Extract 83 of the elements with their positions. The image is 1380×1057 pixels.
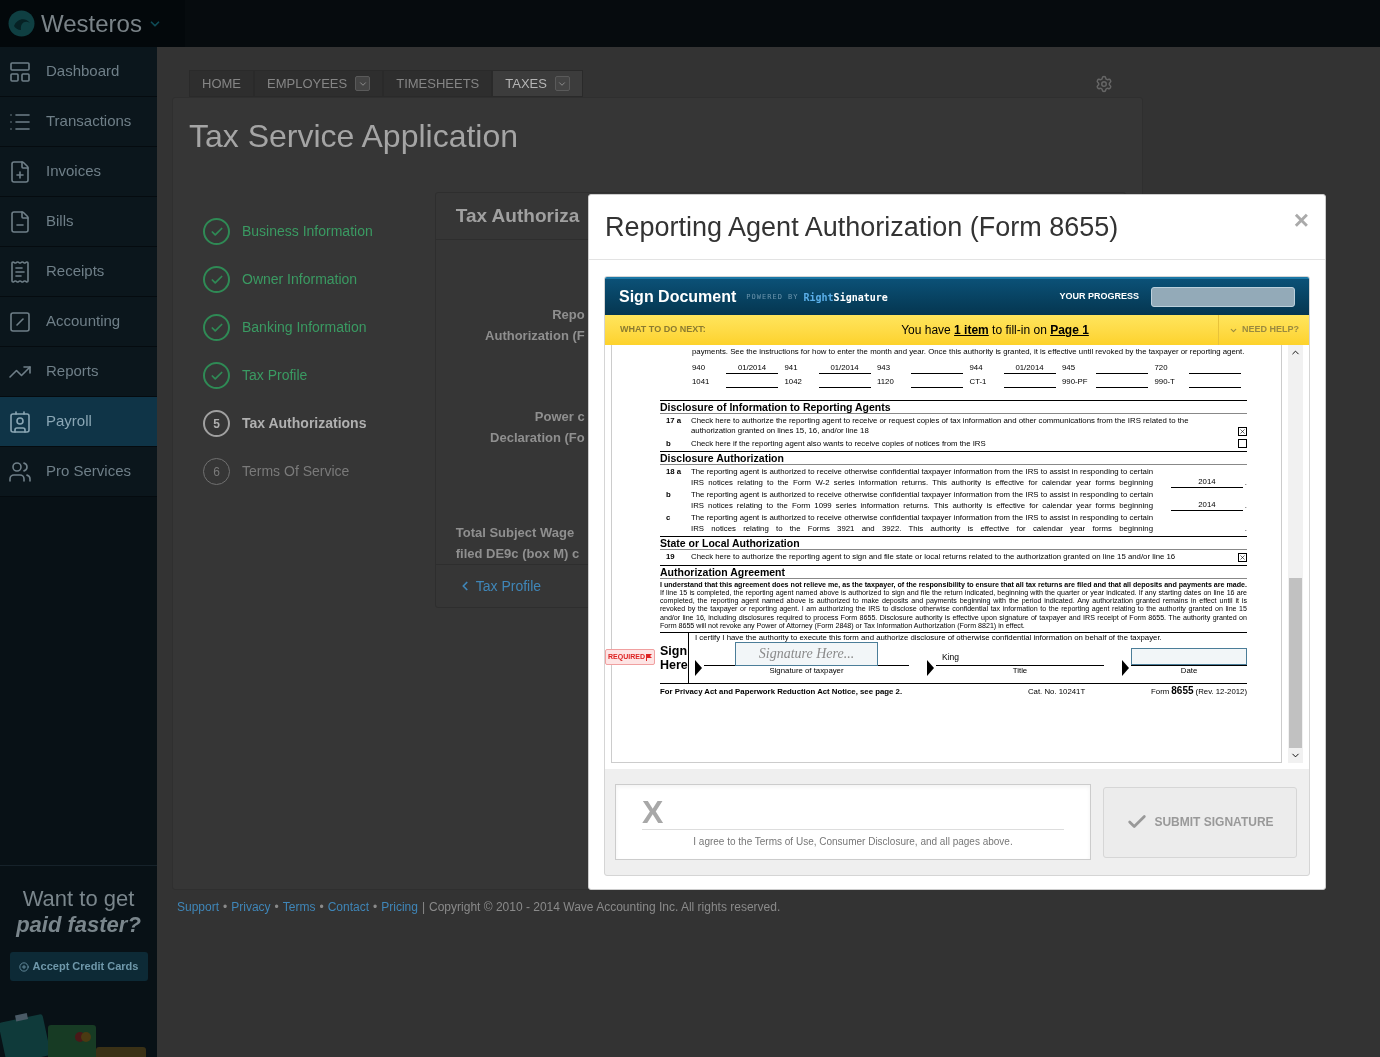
step-label[interactable]: Owner Information [242,269,358,290]
step-label[interactable]: Tax Authorizations [242,413,367,434]
card-title: Tax Authoriza [455,203,580,228]
sign-label: Sign [660,644,688,659]
divider: | [421,899,426,916]
promo-text: paid faster? [16,912,141,938]
brand-text: Signature [833,290,888,305]
title-field: King [936,647,1104,666]
slash-square-icon [8,309,32,334]
signature-field[interactable]: Signature Here... [735,641,878,666]
card-text: Declaration (Fo [490,429,585,448]
sidebar-item[interactable]: Bills [0,197,157,247]
sidebar-item[interactable]: Dashboard [0,47,157,97]
footer-link[interactable]: Pricing [381,898,418,916]
sidebar-item[interactable]: Transactions [0,97,157,147]
sidebar-item[interactable]: Reports [0,347,157,397]
sidebar-item[interactable]: Pro Services [0,447,157,497]
card-text: Authorization (F [485,327,585,346]
card-text: Repo [552,306,585,325]
tab[interactable]: TIMESHEETS [383,70,493,97]
copyright-text: Copyright © 2010 - 2014 Wave Accounting Inc. All rights reserved. [429,899,781,916]
bullet: • [274,899,279,916]
x-icon [1239,427,1246,435]
scroll-thumb[interactable] [1289,578,1302,748]
step-number: 5 [203,410,230,437]
receipt-icon [8,259,32,284]
section-heading: Disclosure Authorization [660,452,1247,465]
step-label[interactable]: Business Information [242,221,373,242]
id-card-icon [8,409,32,434]
logo-icon [8,10,35,37]
file-minus-icon [8,209,32,234]
step-label[interactable]: Terms Of Service [242,461,350,482]
footer-link[interactable]: Terms [282,898,316,916]
tab[interactable]: EMPLOYEES [254,70,384,97]
modal-title: Reporting Agent Authorization (Form 8655) [605,210,1120,244]
next-label: WHAT TO DO NEXT: [620,323,707,337]
close-button[interactable]: × [1293,207,1309,233]
date-input[interactable] [1131,647,1247,665]
footer-link[interactable]: Contact [327,898,369,916]
card-text: Total Subject Wage [455,524,575,543]
triangle-icon [927,660,934,677]
triangle-icon [695,660,702,677]
sidebar-item[interactable]: Accounting [0,297,157,347]
back-link[interactable]: Tax Profile [475,575,542,597]
sign-label: Here [660,658,688,673]
next-message: You have 1 item to fill-in on Page 1 [900,322,1090,339]
tab[interactable]: TAXES [492,70,583,97]
page-title: Tax Service Application [189,117,520,156]
business-name[interactable]: Westeros [41,5,142,42]
promo-text: Want to get [22,886,135,912]
step-label[interactable]: Banking Information [242,317,367,338]
x-mark: X [642,795,1064,830]
accept-cards-button[interactable]: Accept Credit Cards [9,952,148,981]
checkbox[interactable] [1238,552,1247,562]
x-icon [1239,553,1246,561]
form-number: 8655 [1171,686,1194,697]
bullet: • [373,899,378,916]
signature-pad[interactable]: X I agree to the Terms of Use, Consumer Disclosure, and all pages above. [615,784,1091,860]
file-plus-icon [8,159,32,184]
card-text: filed DE9c (box M) c [455,545,580,564]
brand-text: Right [803,290,834,305]
bullet: • [223,899,228,916]
sidebar-item[interactable]: Receipts [0,247,157,297]
section-heading: State or Local Authorization [660,537,1247,550]
sidebar-item[interactable]: Invoices [0,147,157,197]
bullet: • [319,899,324,916]
tab[interactable]: HOME [189,70,254,97]
triangle-icon [1122,660,1129,677]
signer-title: Sign Document [619,287,737,307]
sidebar-item[interactable]: Payroll [0,397,157,447]
footer-link[interactable]: Support [177,898,220,916]
step-label[interactable]: Tax Profile [242,365,308,386]
section-heading: Authorization Agreement [660,565,1247,579]
card-text: Power c [534,408,585,427]
users-icon [8,459,32,484]
agreement-caption: I agree to the Terms of Use, Consumer Disclosure, and all pages above. [692,835,1014,849]
layout-icon [8,59,32,84]
progress-label: YOUR PROGRESS [1059,290,1139,304]
footer-link[interactable]: Privacy [231,898,271,916]
section-heading: Disclosure of Information to Reporting Agents [660,400,1247,414]
checkbox[interactable] [1238,439,1247,448]
checkbox[interactable] [1238,426,1247,436]
flag-icon [645,653,652,661]
